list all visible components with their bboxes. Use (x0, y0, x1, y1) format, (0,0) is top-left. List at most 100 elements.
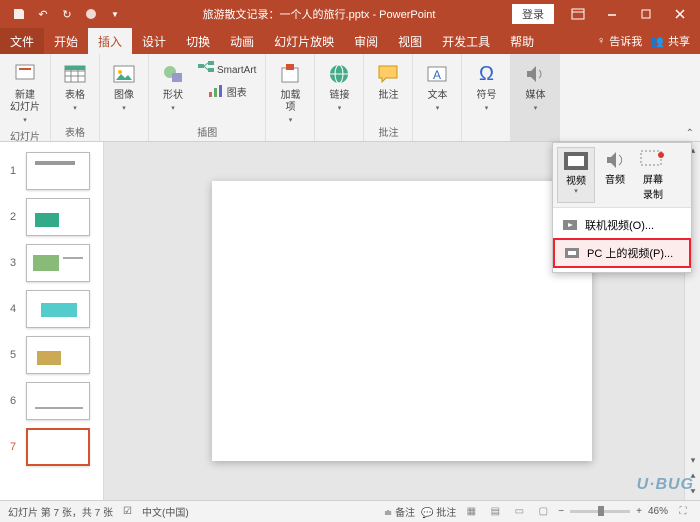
tab-home[interactable]: 开始 (44, 28, 88, 54)
chevron-down-icon: ▾ (73, 104, 77, 112)
tab-developer[interactable]: 开发工具 (432, 28, 500, 54)
document-title: 旅游散文记录：一个人的旅行.pptx - PowerPoint (126, 6, 512, 22)
zoom-out-button[interactable]: − (558, 506, 564, 517)
symbol-button[interactable]: Ω 符号 ▾ (468, 58, 504, 114)
redo-icon[interactable]: ↻ (56, 3, 78, 25)
chevron-down-icon: ▾ (171, 104, 175, 112)
image-button[interactable]: 图像 ▾ (106, 58, 142, 114)
group-text: A 文本 ▾ (413, 54, 462, 141)
minimize-icon[interactable] (596, 2, 628, 26)
slide-canvas[interactable] (212, 181, 592, 461)
zoom-level[interactable]: 46% (648, 506, 668, 517)
slideshow-view-icon[interactable]: ▢ (534, 504, 552, 520)
share-button[interactable]: 👥共享 (650, 33, 690, 49)
tab-view[interactable]: 视图 (388, 28, 432, 54)
ribbon: 新建 幻灯片 ▾ 幻灯片 表格 ▾ 表格 图像 ▾ (0, 54, 700, 142)
tab-animations[interactable]: 动画 (220, 28, 264, 54)
symbol-icon: Ω (472, 60, 500, 88)
ribbon-tabs: 文件 开始 插入 设计 切换 动画 幻灯片放映 审阅 视图 开发工具 帮助 ♀告… (0, 28, 700, 54)
pc-video-icon (565, 246, 581, 260)
chevron-down-icon: ▾ (338, 104, 342, 112)
textbox-button[interactable]: A 文本 ▾ (419, 58, 455, 114)
group-tables: 表格 ▾ 表格 (51, 54, 100, 141)
chevron-down-icon: ▾ (534, 104, 538, 112)
language-indicator[interactable]: 中文(中国) (142, 504, 189, 519)
smartart-button[interactable]: SmartArt (195, 60, 259, 81)
table-button[interactable]: 表格 ▾ (57, 58, 93, 114)
chart-icon (208, 84, 224, 103)
tab-transitions[interactable]: 切换 (176, 28, 220, 54)
addin-icon (276, 60, 304, 88)
speaker-icon (521, 60, 549, 88)
link-icon (325, 60, 353, 88)
link-button[interactable]: 链接 ▾ (321, 58, 357, 114)
slide-thumbnails[interactable]: 1 2 3 4 5 6 7 (0, 142, 104, 500)
login-button[interactable]: 登录 (512, 4, 554, 24)
comments-button[interactable]: 💬 批注 (421, 504, 456, 519)
zoom-slider[interactable] (570, 510, 630, 513)
group-slides: 新建 幻灯片 ▾ 幻灯片 (0, 54, 51, 141)
fit-to-window-icon[interactable]: ⛶ (674, 504, 692, 520)
scroll-down-icon[interactable]: ▾ (685, 452, 700, 468)
group-addins: 加载 项 ▾ (266, 54, 315, 141)
tab-file[interactable]: 文件 (0, 28, 44, 54)
group-comments: 批注 批注 (364, 54, 413, 141)
addins-button[interactable]: 加载 项 ▾ (272, 58, 308, 126)
collapse-ribbon-icon[interactable]: ⌃ (686, 128, 694, 139)
slide-counter[interactable]: 幻灯片 第 7 张，共 7 张 (8, 504, 113, 519)
video-button[interactable]: 视频 ▾ (557, 147, 595, 203)
qat-dropdown-icon[interactable]: ▼ (104, 3, 126, 25)
chevron-down-icon: ▾ (485, 104, 489, 112)
new-slide-icon (11, 60, 39, 88)
textbox-icon: A (423, 60, 451, 88)
tab-slideshow[interactable]: 幻灯片放映 (264, 28, 344, 54)
audio-button[interactable]: 音频 (597, 147, 633, 203)
status-bar: 幻灯片 第 7 张，共 7 张 ☑ 中文(中国) ≐ 备注 💬 批注 ▦ ▤ ▭… (0, 500, 700, 522)
reading-view-icon[interactable]: ▭ (510, 504, 528, 520)
online-video-item[interactable]: 联机视频(O)... (553, 212, 691, 238)
shapes-icon (159, 60, 187, 88)
tab-review[interactable]: 审阅 (344, 28, 388, 54)
comment-button[interactable]: 批注 (370, 58, 406, 104)
notes-button[interactable]: ≐ 备注 (384, 504, 415, 519)
tab-insert[interactable]: 插入 (88, 28, 132, 54)
thumbnail-4[interactable]: 4 (0, 286, 103, 332)
screen-record-icon (639, 149, 667, 171)
close-icon[interactable] (664, 2, 696, 26)
save-icon[interactable] (8, 3, 30, 25)
chart-button[interactable]: 图表 (195, 83, 259, 104)
thumbnail-7[interactable]: 7 (0, 424, 103, 470)
pc-video-item[interactable]: PC 上的视频(P)... (553, 238, 691, 268)
screen-recording-button[interactable]: 屏幕 录制 (635, 147, 671, 203)
chevron-down-icon: ▾ (122, 104, 126, 112)
maximize-icon[interactable] (630, 2, 662, 26)
svg-text:A: A (433, 68, 441, 82)
thumbnail-6[interactable]: 6 (0, 378, 103, 424)
spell-check-icon[interactable]: ☑ (123, 506, 132, 517)
shapes-button[interactable]: 形状 ▾ (155, 58, 191, 114)
tab-help[interactable]: 帮助 (500, 28, 544, 54)
zoom-in-button[interactable]: + (636, 506, 642, 517)
tab-design[interactable]: 设计 (132, 28, 176, 54)
sorter-view-icon[interactable]: ▤ (486, 504, 504, 520)
media-button[interactable]: 媒体 ▾ (517, 58, 553, 114)
start-icon[interactable] (80, 3, 102, 25)
undo-icon[interactable]: ↶ (32, 3, 54, 25)
thumbnail-3[interactable]: 3 (0, 240, 103, 286)
normal-view-icon[interactable]: ▦ (462, 504, 480, 520)
comment-icon (374, 60, 402, 88)
thumbnail-2[interactable]: 2 (0, 194, 103, 240)
lightbulb-icon: ♀ (597, 35, 605, 47)
group-images: 图像 ▾ (100, 54, 149, 141)
share-icon: 👥 (650, 35, 664, 48)
new-slide-button[interactable]: 新建 幻灯片 ▾ (6, 58, 44, 126)
ribbon-options-icon[interactable] (562, 2, 594, 26)
online-video-icon (563, 218, 579, 232)
thumbnail-1[interactable]: 1 (0, 148, 103, 194)
group-media: 媒体 ▾ (511, 54, 560, 141)
chevron-down-icon: ▾ (23, 116, 27, 124)
thumbnail-5[interactable]: 5 (0, 332, 103, 378)
tell-me-search[interactable]: ♀告诉我 (597, 33, 642, 49)
watermark: U·BUG (637, 476, 694, 494)
quick-access-toolbar: ↶ ↻ ▼ (0, 3, 126, 25)
